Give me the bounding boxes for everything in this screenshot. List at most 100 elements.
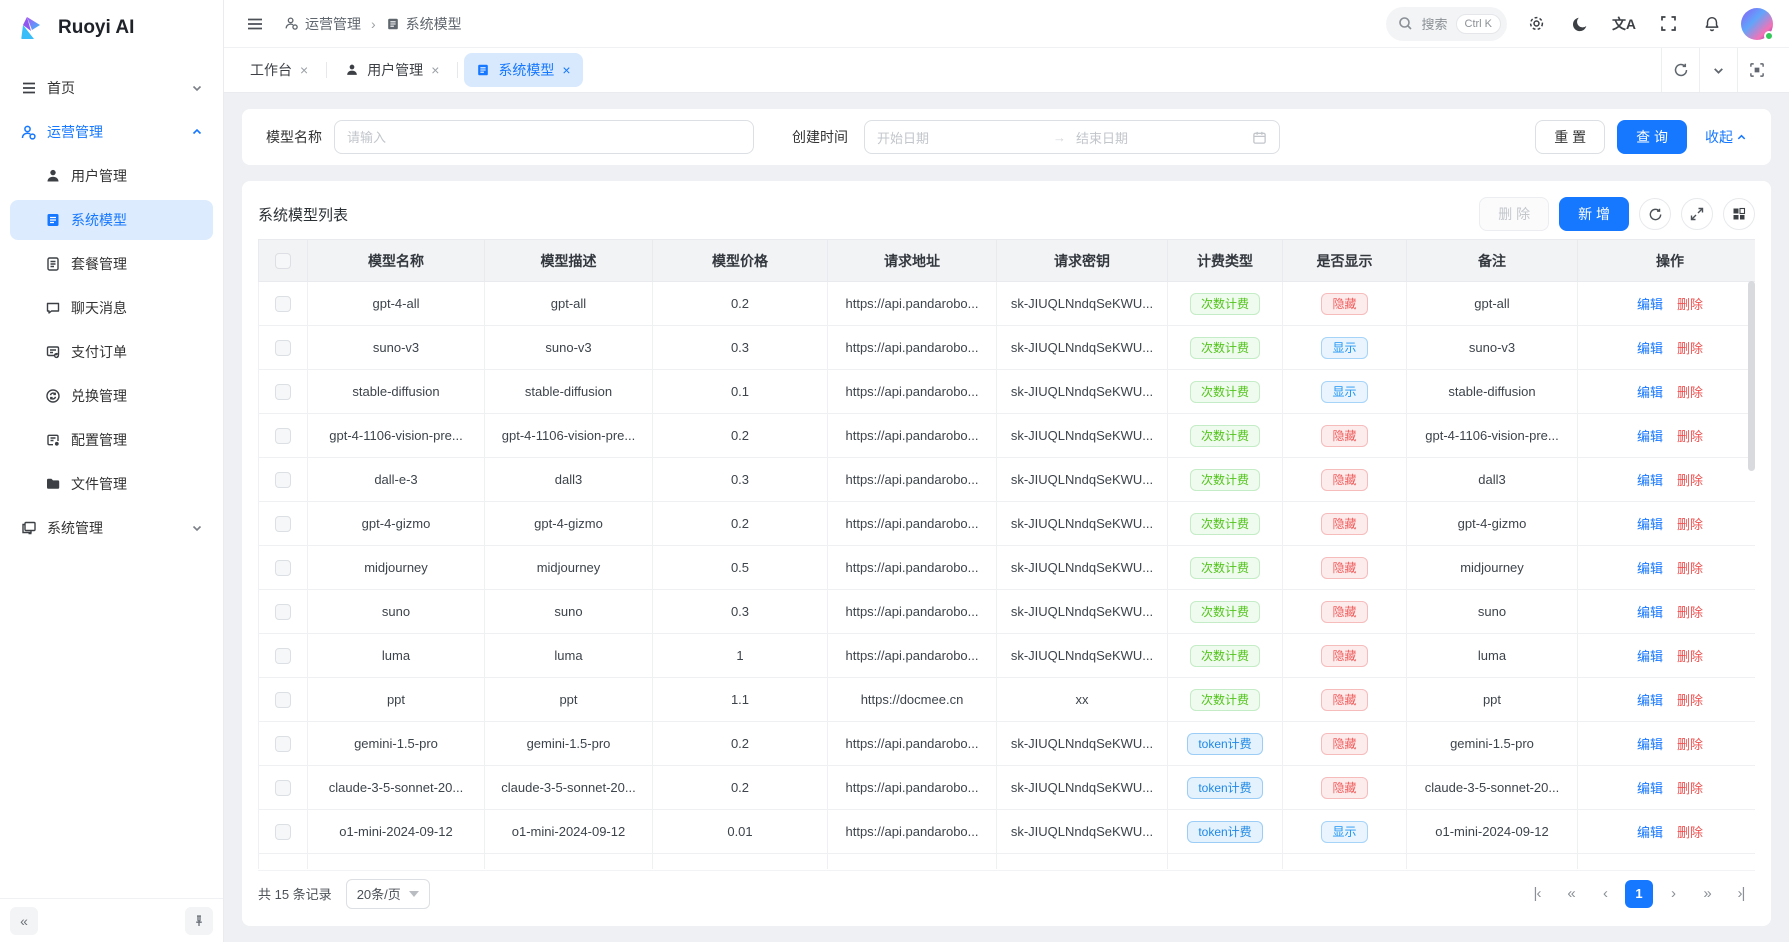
pin-sidebar-button[interactable] — [185, 907, 213, 935]
edit-link[interactable]: 编辑 — [1637, 385, 1663, 400]
refresh-table-icon[interactable] — [1639, 198, 1671, 230]
breadcrumb-system-model[interactable]: 系统模型 — [386, 14, 462, 34]
edit-link[interactable]: 编辑 — [1637, 473, 1663, 488]
delete-link[interactable]: 删除 — [1677, 385, 1703, 400]
edit-link[interactable]: 编辑 — [1637, 781, 1663, 796]
sidebar-item-home[interactable]: 首页 — [10, 68, 213, 108]
delete-link[interactable]: 删除 — [1677, 473, 1703, 488]
last-page-button[interactable]: ›| — [1727, 880, 1755, 908]
display-status-cell: 显示 — [1283, 326, 1407, 370]
delete-link[interactable]: 删除 — [1677, 429, 1703, 444]
add-button[interactable]: 新 增 — [1559, 197, 1629, 231]
edit-link[interactable]: 编辑 — [1637, 693, 1663, 708]
column-settings-icon[interactable] — [1723, 198, 1755, 230]
edit-link[interactable]: 编辑 — [1637, 825, 1663, 840]
sidebar-item-package-management[interactable]: 套餐管理 — [10, 244, 213, 284]
edit-link[interactable]: 编辑 — [1637, 297, 1663, 312]
billing-type-cell: 次数计费 — [1168, 326, 1283, 370]
prev-group-button[interactable]: « — [1557, 880, 1585, 908]
column-header: 模型描述 — [485, 240, 653, 282]
delete-link[interactable]: 删除 — [1677, 297, 1703, 312]
delete-link[interactable]: 删除 — [1677, 517, 1703, 532]
user-avatar[interactable] — [1741, 8, 1773, 40]
sidebar-item-system-model[interactable]: 系统模型 — [10, 200, 213, 240]
edit-link[interactable]: 编辑 — [1637, 429, 1663, 444]
page-number-button[interactable]: 1 — [1625, 880, 1653, 908]
row-checkbox[interactable] — [275, 560, 291, 576]
request-url-cell: https://api.pandarobo... — [828, 722, 997, 766]
delete-link[interactable]: 删除 — [1677, 341, 1703, 356]
date-arrow-icon: → — [1053, 130, 1066, 145]
row-checkbox[interactable] — [275, 384, 291, 400]
row-checkbox[interactable] — [275, 780, 291, 796]
global-search[interactable]: 搜索 Ctrl K — [1386, 7, 1507, 41]
expand-table-icon[interactable] — [1681, 198, 1713, 230]
row-checkbox[interactable] — [275, 824, 291, 840]
sidebar-item-operations[interactable]: 运营管理 — [10, 112, 213, 152]
delete-link[interactable]: 删除 — [1677, 649, 1703, 664]
model-desc-cell: claude-3-5-sonnet-20... — [485, 766, 653, 810]
collapse-filter-link[interactable]: 收起 — [1705, 127, 1747, 147]
edit-link[interactable]: 编辑 — [1637, 341, 1663, 356]
sidebar-item-user-management[interactable]: 用户管理 — [10, 156, 213, 196]
partial-cell — [485, 854, 653, 869]
settings-gear-icon[interactable] — [1521, 9, 1551, 39]
prev-page-button[interactable]: ‹ — [1591, 880, 1619, 908]
delete-link[interactable]: 删除 — [1677, 737, 1703, 752]
remark-cell: gemini-1.5-pro — [1407, 722, 1578, 766]
row-checkbox[interactable] — [275, 516, 291, 532]
row-checkbox[interactable] — [275, 428, 291, 444]
date-range-picker[interactable]: 开始日期 → 结束日期 — [864, 120, 1280, 154]
sidebar-item-exchange-management[interactable]: 兑换管理 — [10, 376, 213, 416]
remark-cell: luma — [1407, 634, 1578, 678]
delete-link[interactable]: 删除 — [1677, 825, 1703, 840]
close-icon[interactable]: × — [562, 62, 570, 78]
first-page-button[interactable]: |‹ — [1523, 880, 1551, 908]
model-name-input[interactable] — [334, 120, 754, 154]
translate-icon[interactable]: 文A — [1609, 9, 1639, 39]
edit-link[interactable]: 编辑 — [1637, 649, 1663, 664]
breadcrumb-operations[interactable]: 运营管理 — [284, 14, 361, 34]
reset-button[interactable]: 重 置 — [1535, 120, 1605, 154]
tab-user-management[interactable]: 用户管理 × — [333, 53, 451, 87]
content-fullscreen-icon[interactable] — [1737, 48, 1775, 92]
row-checkbox[interactable] — [275, 472, 291, 488]
row-checkbox[interactable] — [275, 296, 291, 312]
close-icon[interactable]: × — [300, 62, 308, 78]
sidebar-item-payment-orders[interactable]: 支付订单 — [10, 332, 213, 372]
edit-link[interactable]: 编辑 — [1637, 517, 1663, 532]
tab-workbench[interactable]: 工作台 × — [238, 53, 320, 87]
row-checkbox[interactable] — [275, 736, 291, 752]
sidebar-item-config-management[interactable]: 配置管理 — [10, 420, 213, 460]
delete-link[interactable]: 删除 — [1677, 561, 1703, 576]
fullscreen-icon[interactable] — [1653, 9, 1683, 39]
tab-list-chevron-icon[interactable] — [1699, 48, 1737, 92]
refresh-tab-icon[interactable] — [1661, 48, 1699, 92]
sidebar-item-system-management[interactable]: 系统管理 — [10, 508, 213, 548]
query-button[interactable]: 查 询 — [1617, 120, 1687, 154]
delete-selected-button[interactable]: 删 除 — [1479, 197, 1549, 231]
collapse-sidebar-button[interactable]: « — [10, 907, 38, 935]
row-checkbox[interactable] — [275, 648, 291, 664]
row-checkbox[interactable] — [275, 692, 291, 708]
next-page-button[interactable]: › — [1659, 880, 1687, 908]
page-size-select[interactable]: 20条/页 — [346, 879, 430, 909]
dark-mode-moon-icon[interactable] — [1565, 9, 1595, 39]
edit-link[interactable]: 编辑 — [1637, 737, 1663, 752]
select-all-checkbox[interactable] — [275, 253, 291, 269]
notifications-bell-icon[interactable] — [1697, 9, 1727, 39]
close-icon[interactable]: × — [431, 62, 439, 78]
table-scrollbar[interactable] — [1748, 281, 1755, 471]
sidebar-item-file-management[interactable]: 文件管理 — [10, 464, 213, 504]
sidebar-item-chat-messages[interactable]: 聊天消息 — [10, 288, 213, 328]
edit-link[interactable]: 编辑 — [1637, 561, 1663, 576]
tab-system-model[interactable]: 系统模型 × — [464, 53, 582, 87]
delete-link[interactable]: 删除 — [1677, 693, 1703, 708]
delete-link[interactable]: 删除 — [1677, 781, 1703, 796]
delete-link[interactable]: 删除 — [1677, 605, 1703, 620]
hamburger-menu-icon[interactable] — [240, 9, 270, 39]
row-checkbox[interactable] — [275, 340, 291, 356]
row-checkbox[interactable] — [275, 604, 291, 620]
next-group-button[interactable]: » — [1693, 880, 1721, 908]
edit-link[interactable]: 编辑 — [1637, 605, 1663, 620]
